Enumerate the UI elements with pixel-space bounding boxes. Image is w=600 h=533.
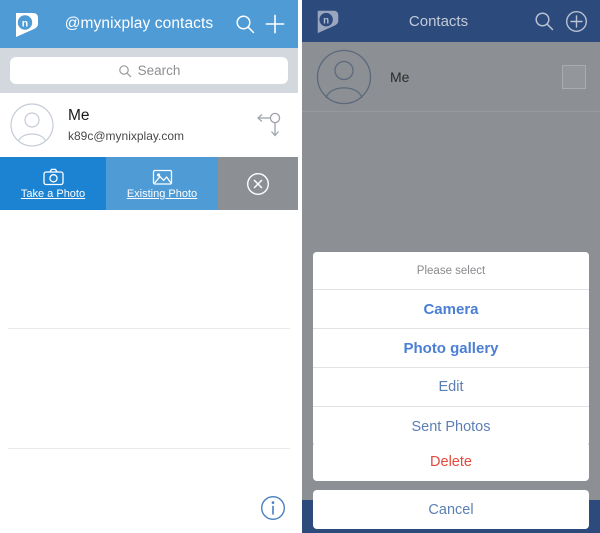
action-sheet-item-label: Photo gallery (403, 339, 499, 357)
search-icon[interactable] (533, 10, 555, 32)
action-sheet-item-label: Delete (430, 453, 472, 470)
left-panel: n @mynixplay contacts Search Me k89c@myn… (0, 0, 298, 533)
svg-text:n: n (323, 15, 329, 26)
contact-email: k89c@mynixplay.com (68, 128, 184, 143)
action-sheet-item-delete[interactable]: Delete (313, 442, 589, 481)
info-circle-icon[interactable] (260, 495, 286, 521)
nixplay-logo-icon: n (12, 9, 42, 39)
search-icon (118, 64, 132, 78)
close-circle-icon (246, 172, 270, 196)
action-sheet-main-group: Please select Camera Photo gallery Edit … (313, 252, 589, 446)
person-avatar-icon (10, 103, 54, 147)
action-sheet-item-label: Camera (423, 300, 479, 318)
svg-text:n: n (22, 18, 28, 30)
take-a-photo-button[interactable]: Take a Photo (0, 157, 106, 210)
contact-name: Me (390, 68, 410, 85)
plus-icon[interactable] (264, 13, 286, 35)
action-sheet-item-camera[interactable]: Camera (313, 290, 589, 329)
existing-photo-label: Existing Photo (126, 187, 198, 200)
list-divider (8, 448, 290, 449)
left-header-title: @mynixplay contacts (64, 15, 214, 32)
right-panel: n Contacts Me Please select Camera Photo… (302, 0, 600, 533)
close-action-bar-button[interactable] (218, 157, 298, 210)
action-sheet-cancel-label: Cancel (428, 501, 474, 518)
nixplay-logo-icon: n (314, 7, 342, 35)
action-sheet-item-label: Sent Photos (411, 418, 491, 435)
contact-texts: Me k89c@mynixplay.com (68, 106, 252, 144)
app-screenshot: n @mynixplay contacts Search Me k89c@myn… (0, 0, 600, 533)
contact-name: Me (68, 107, 90, 125)
search-input[interactable]: Search (10, 57, 288, 84)
checkbox-unchecked-icon[interactable] (562, 64, 586, 89)
left-header-bar: n @mynixplay contacts (0, 0, 298, 48)
camera-icon (42, 168, 64, 186)
contact-row[interactable]: Me (302, 42, 600, 112)
share-branch-icon[interactable] (252, 108, 286, 142)
existing-photo-button[interactable]: Existing Photo (106, 157, 218, 210)
plus-circle-icon[interactable] (565, 10, 588, 33)
take-a-photo-label: Take a Photo (20, 187, 86, 200)
right-header-title: Contacts (408, 12, 469, 30)
action-sheet-item-sent-photos[interactable]: Sent Photos (313, 407, 589, 446)
action-sheet-cancel-group: Cancel (313, 490, 589, 529)
action-sheet-cancel-button[interactable]: Cancel (313, 490, 589, 529)
action-sheet-title-row: Please select (313, 252, 589, 290)
action-sheet-delete-group: Delete (313, 442, 589, 481)
search-placeholder: Search (137, 63, 181, 78)
list-divider (8, 328, 290, 329)
person-avatar-icon (316, 49, 372, 105)
action-sheet-item-photo-gallery[interactable]: Photo gallery (313, 329, 589, 368)
image-icon (152, 168, 173, 186)
photo-action-bar: Take a Photo Existing Photo (0, 157, 298, 210)
action-sheet-item-label: Edit (438, 379, 464, 395)
action-sheet-item-edit[interactable]: Edit (313, 368, 589, 407)
search-icon[interactable] (234, 13, 256, 35)
action-sheet-title: Please select (416, 264, 486, 277)
right-header-bar: n Contacts (302, 0, 600, 42)
search-band: Search (0, 48, 298, 93)
contact-row[interactable]: Me k89c@mynixplay.com (0, 93, 298, 157)
